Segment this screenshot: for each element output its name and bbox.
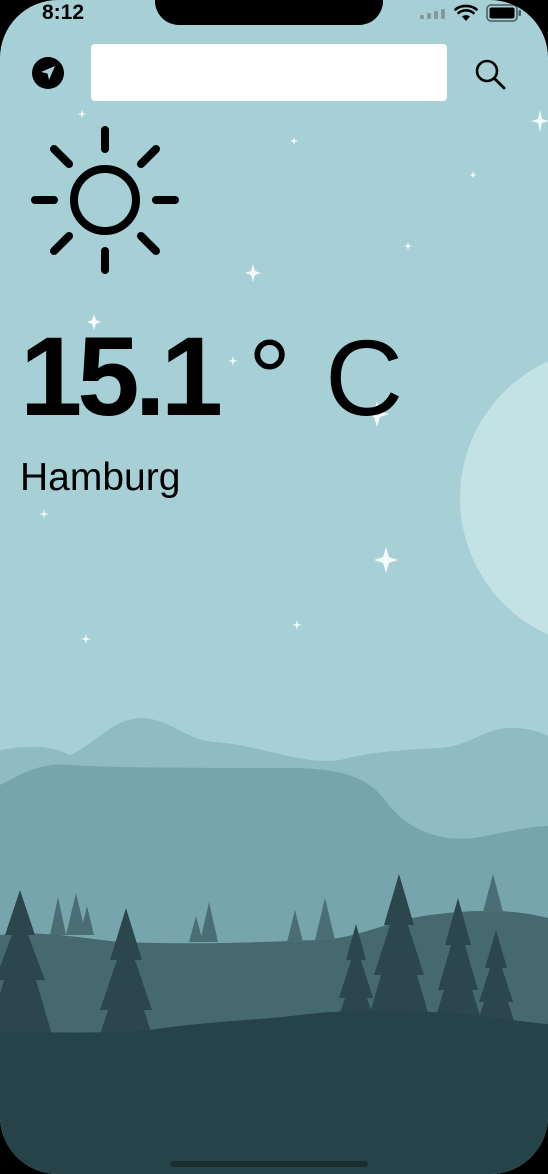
moon xyxy=(460,361,548,635)
temperature-unit: ° C xyxy=(247,317,406,438)
top-bar xyxy=(0,44,548,102)
status-icons xyxy=(420,3,522,23)
temperature-value: 15.1 xyxy=(20,314,223,439)
battery-icon xyxy=(486,4,521,22)
location-arrow-icon xyxy=(41,66,55,80)
temperature-display: 15.1 ° C xyxy=(20,312,405,439)
home-indicator xyxy=(170,1161,368,1167)
device-notch xyxy=(155,0,383,25)
phone-screen: 8:12 15.1 ° C Hamburg xyxy=(0,0,548,1174)
search-button[interactable] xyxy=(472,56,508,92)
city-search-input[interactable] xyxy=(91,44,447,101)
wifi-icon xyxy=(454,4,478,21)
status-time: 8:12 xyxy=(42,1,85,24)
city-name: Hamburg xyxy=(20,456,181,499)
foreground-ground xyxy=(0,1010,548,1174)
cellular-signal-icon xyxy=(420,9,445,19)
current-location-button[interactable] xyxy=(32,57,64,89)
sun-icon xyxy=(31,126,179,274)
